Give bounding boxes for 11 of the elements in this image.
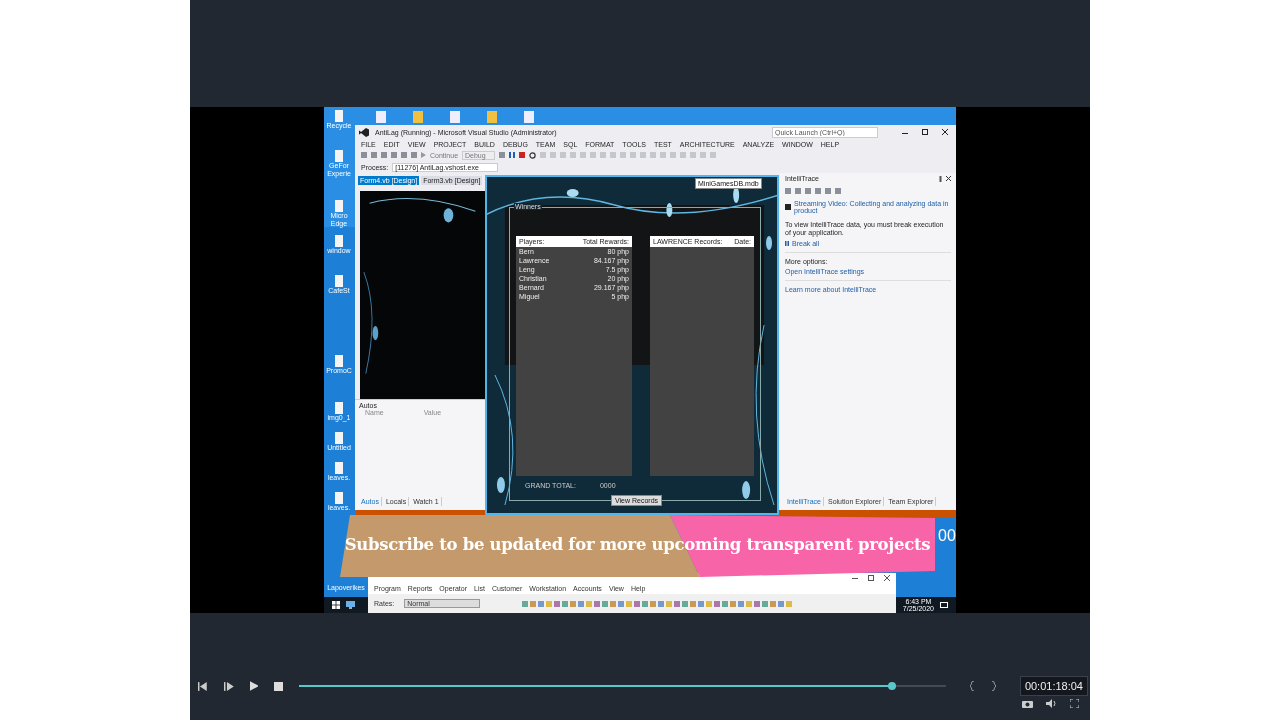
- volume-icon[interactable]: [1046, 699, 1057, 708]
- fullscreen-icon[interactable]: [1070, 699, 1079, 708]
- previous-frame-icon[interactable]: [198, 681, 208, 691]
- progress-handle[interactable]: [887, 682, 896, 690]
- mark-in-icon[interactable]: [970, 681, 975, 691]
- play-icon[interactable]: [249, 681, 259, 691]
- timecode: 00:01:18:04: [1019, 676, 1088, 696]
- stop-icon[interactable]: [274, 681, 284, 691]
- camera-icon[interactable]: [1022, 699, 1033, 708]
- next-frame-icon[interactable]: [223, 681, 234, 691]
- mark-out-icon[interactable]: [991, 681, 996, 691]
